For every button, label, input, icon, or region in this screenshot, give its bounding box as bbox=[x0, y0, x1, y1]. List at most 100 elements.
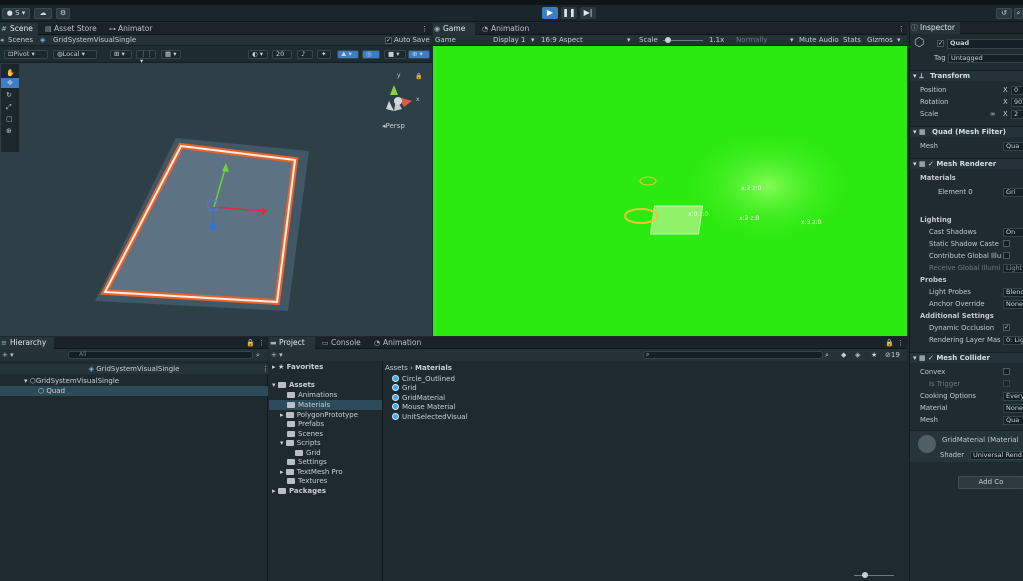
aspect-dropdown[interactable]: 16:9 Aspect bbox=[541, 35, 583, 45]
transform-header[interactable]: ▾ ⟂ Transform bbox=[910, 70, 1023, 81]
lock-icon[interactable]: 🔒 bbox=[885, 338, 894, 348]
object-name-field[interactable]: Quad bbox=[947, 39, 1023, 49]
shader-dropdown[interactable]: Universal Rend bbox=[970, 451, 1023, 460]
mesh-filter-header[interactable]: ▾ ▦ Quad (Mesh Filter) bbox=[910, 126, 1023, 137]
search-by-type-icon[interactable]: ⌕ bbox=[825, 350, 829, 360]
increment-snap-button[interactable]: ▦ ▾ bbox=[161, 50, 181, 59]
is-trigger-checkbox[interactable] bbox=[1003, 380, 1010, 387]
hierarchy-item[interactable]: ▾ ⬡GridSystemVisualSingle bbox=[0, 376, 268, 386]
mesh-renderer-header[interactable]: ▾ ▦ ✓ Mesh Renderer bbox=[910, 158, 1023, 169]
breadcrumb-current[interactable]: GridSystemVisualSingle bbox=[53, 35, 136, 45]
grid-snap-button[interactable]: ⊞ ▾ bbox=[110, 50, 132, 59]
hand-tool-icon[interactable]: ✋ bbox=[6, 68, 15, 78]
icon-size-slider[interactable] bbox=[854, 575, 894, 576]
gizmos-button[interactable]: ⊕ ▾ bbox=[408, 50, 430, 59]
material-preview[interactable]: GridMaterial (Material Shader Universal … bbox=[910, 430, 1023, 462]
tab-game[interactable]: ◉ Game bbox=[433, 23, 475, 35]
rendering-layer-dropdown[interactable]: 0: Lig bbox=[1003, 336, 1023, 345]
camera-settings-button[interactable]: ■ ▾ bbox=[384, 50, 406, 59]
scene-view[interactable]: y x 🔒 ◂Persp ✋ ✥ ↻ ⤢ ▢ ⊛ bbox=[0, 63, 432, 336]
more-menu-icon[interactable]: ⋮ bbox=[421, 24, 428, 34]
rotation-x-field[interactable]: 90 bbox=[1011, 98, 1023, 107]
tab-hierarchy[interactable]: ≡ Hierarchy bbox=[0, 337, 54, 349]
gizmos-button[interactable]: Gizmos bbox=[867, 35, 893, 45]
collab-icon[interactable]: ⚙ bbox=[56, 8, 70, 19]
position-x-field[interactable]: 0 bbox=[1011, 86, 1023, 95]
pause-button[interactable]: ❚❚ bbox=[561, 7, 577, 19]
additional-settings-foldout[interactable]: Additional Settings bbox=[920, 312, 994, 321]
enabled-check-icon[interactable]: ✓ bbox=[928, 160, 934, 168]
scene-visibility-button[interactable]: ⛰ ▾ bbox=[337, 50, 359, 59]
transform-tool-icon[interactable]: ⊛ bbox=[6, 126, 12, 136]
hidden-objects-icon[interactable]: ◎ bbox=[362, 50, 380, 59]
tree-folder[interactable]: Animations bbox=[269, 390, 337, 400]
rect-tool-icon[interactable]: ▢ bbox=[6, 114, 13, 124]
breadcrumb-root[interactable]: Scenes bbox=[8, 35, 33, 45]
mesh-field[interactable]: Qua bbox=[1003, 142, 1023, 151]
tree-folder[interactable]: Textures bbox=[269, 476, 327, 486]
play-button[interactable]: ▶ bbox=[542, 7, 558, 19]
audio-icon[interactable]: ♪ bbox=[297, 50, 313, 59]
scene-lighting-button[interactable]: ◐ ▾ bbox=[248, 50, 268, 59]
scale-x-field[interactable]: 2 bbox=[1011, 110, 1023, 119]
add-component-button[interactable]: Add Co bbox=[958, 476, 1023, 489]
search-icon[interactable]: ⌕ bbox=[256, 350, 260, 360]
cloud-icon[interactable]: ☁ bbox=[34, 8, 52, 19]
tag-icon[interactable]: ◈ bbox=[855, 350, 860, 360]
project-search-input[interactable] bbox=[643, 351, 823, 359]
light-probes-dropdown[interactable]: Blend bbox=[1003, 288, 1023, 297]
more-menu-icon[interactable]: ⋮ bbox=[258, 338, 265, 348]
more-menu-icon[interactable]: ⋮ bbox=[897, 338, 904, 348]
asset-item[interactable]: UnitSelectedVisual bbox=[384, 412, 468, 422]
asset-item[interactable]: Mouse Material bbox=[384, 402, 455, 412]
tab-console[interactable]: ▭ Console bbox=[321, 337, 367, 349]
lock-icon[interactable]: 🔒 bbox=[246, 338, 255, 348]
favorites-folder[interactable]: ▸ ★ Favorites bbox=[269, 362, 323, 372]
rotate-tool-icon[interactable]: ↻ bbox=[6, 90, 12, 100]
tree-folder[interactable]: Materials bbox=[269, 400, 382, 410]
create-dropdown[interactable]: + ▾ bbox=[2, 350, 14, 360]
packages-folder[interactable]: ▸ Packages bbox=[269, 486, 326, 496]
favorite-star-icon[interactable]: ★ bbox=[871, 350, 877, 360]
account-button[interactable]: ● S ▾ bbox=[2, 8, 30, 19]
local-dropdown[interactable]: ◍Local ▾ bbox=[53, 50, 97, 59]
create-dropdown[interactable]: + ▾ bbox=[271, 350, 283, 360]
tab-animator[interactable]: ⊶ Animator bbox=[108, 23, 158, 35]
move-tool-icon[interactable]: ✥ bbox=[1, 78, 19, 88]
scene-header[interactable]: ◈ GridSystemVisualSingle bbox=[0, 364, 268, 374]
display-dropdown[interactable]: Display 1 bbox=[493, 35, 525, 45]
tab-animation[interactable]: ◔ Animation bbox=[373, 337, 427, 349]
hierarchy-item[interactable]: ⬡ Quad bbox=[0, 386, 268, 396]
assets-folder[interactable]: ▾ Assets bbox=[269, 380, 315, 390]
grid-size-field[interactable]: 20 bbox=[272, 50, 292, 59]
tree-folder[interactable]: ▾ Scripts bbox=[269, 438, 321, 448]
tree-folder[interactable]: Prefabs bbox=[269, 419, 324, 429]
tab-asset-store[interactable]: ▤ Asset Store bbox=[44, 23, 100, 35]
tab-animation[interactable]: ◔ Animation bbox=[481, 23, 537, 35]
enabled-check-icon[interactable]: ✓ bbox=[928, 354, 934, 362]
cast-shadows-dropdown[interactable]: On bbox=[1003, 228, 1023, 237]
materials-foldout[interactable]: Materials bbox=[920, 174, 956, 183]
contribute-gi-checkbox[interactable] bbox=[1003, 252, 1010, 259]
dynamic-occlusion-checkbox[interactable]: ✓ bbox=[1003, 324, 1010, 331]
static-shadow-checkbox[interactable] bbox=[1003, 240, 1010, 247]
history-icon[interactable]: ↺ bbox=[996, 8, 1012, 19]
probes-foldout[interactable]: Probes bbox=[920, 276, 947, 285]
mesh-collider-header[interactable]: ▾ ▦ ✓ Mesh Collider bbox=[910, 352, 1023, 363]
effects-icon[interactable]: ✦ bbox=[317, 50, 331, 59]
tab-scene[interactable]: # Scene bbox=[0, 23, 38, 35]
cooking-options-dropdown[interactable]: Every bbox=[1003, 392, 1023, 401]
game-view[interactable]: x:2 z:0 x:2 z:0 x:3 z:0 x:0 z:0 bbox=[433, 46, 907, 336]
asset-item[interactable]: Grid bbox=[384, 383, 417, 393]
tab-project[interactable]: ▬ Project bbox=[269, 337, 315, 349]
convex-checkbox[interactable] bbox=[1003, 368, 1010, 375]
scale-slider-thumb[interactable] bbox=[665, 37, 671, 43]
scene-canvas[interactable] bbox=[0, 63, 432, 336]
hierarchy-search-input[interactable]: All bbox=[68, 351, 253, 359]
pivot-dropdown[interactable]: ⊡Pivot ▾ bbox=[4, 50, 48, 59]
auto-save-checkbox[interactable]: ✓ bbox=[385, 37, 392, 44]
breadcrumb-root[interactable]: Assets bbox=[385, 364, 408, 372]
z-axis-arrow[interactable] bbox=[210, 224, 216, 230]
receive-gi-dropdown[interactable]: Light bbox=[1003, 264, 1023, 273]
active-checkbox[interactable]: ✓ bbox=[937, 40, 944, 47]
